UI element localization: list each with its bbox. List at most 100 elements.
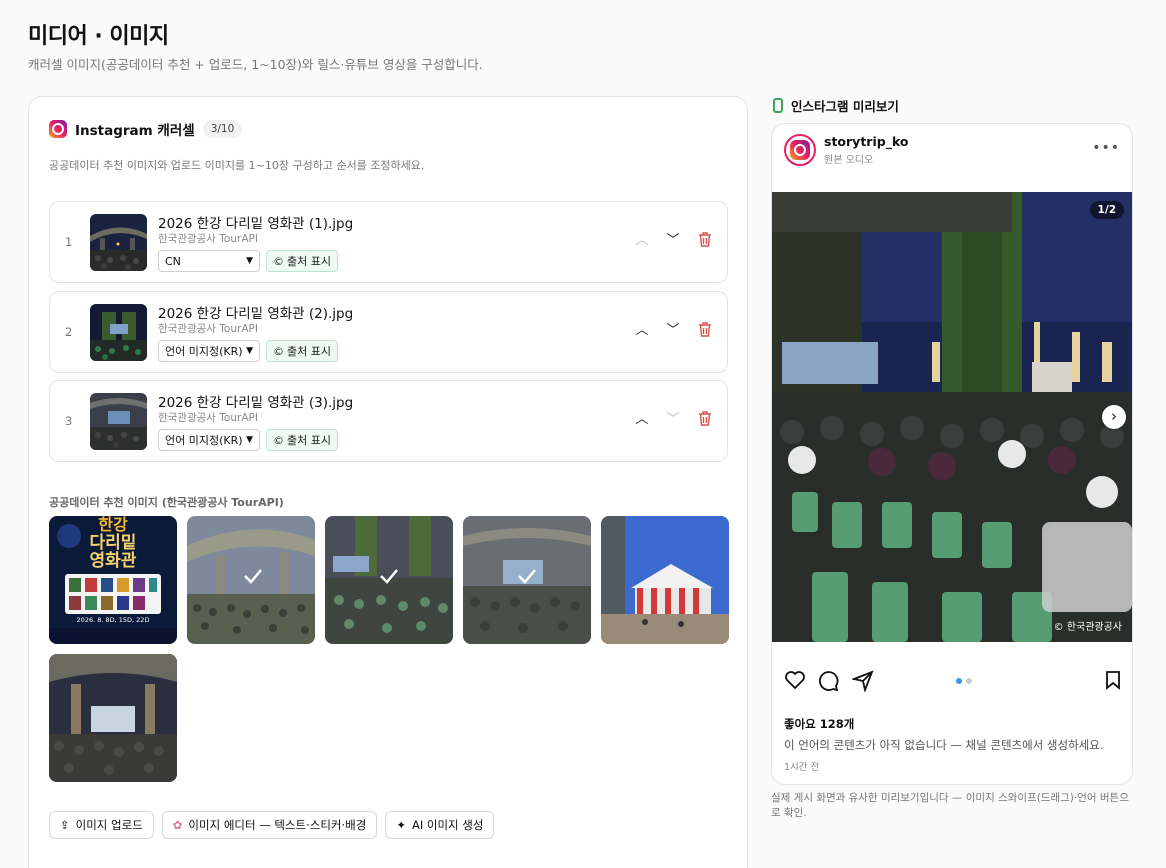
image-editor-label: 이미지 에디터 — 텍스트·스티커·배경 (188, 818, 367, 832)
copyright-icon: © (273, 433, 284, 447)
instagram-preview: storytrip_ko 원본 오디오 ••• 1/2 › © 한국관광공사 좋… (771, 123, 1133, 785)
move-down-button[interactable]: ﹀ (664, 322, 682, 340)
copyright-icon: © (273, 344, 284, 358)
carousel-header: Instagram 캐러셀 3/10 (49, 119, 243, 139)
delete-button[interactable] (696, 322, 714, 340)
post-photo[interactable]: 1/2 › © 한국관광공사 (772, 192, 1132, 642)
language-select[interactable]: 언어 미지정(KR) ▼ (158, 340, 260, 362)
instagram-icon (790, 140, 810, 160)
credit-label: 출처 표시 (287, 345, 331, 358)
carousel-dots (956, 678, 972, 684)
recommended-image-bridge[interactable] (187, 516, 315, 644)
palette-icon: ✿ (172, 818, 183, 832)
save-button[interactable] (1104, 670, 1122, 693)
item-source: 한국관광공사 TourAPI (158, 412, 258, 424)
post-username[interactable]: storytrip_ko (824, 134, 909, 149)
move-down-button[interactable]: ﹀ (664, 411, 682, 429)
chevron-down-icon: ▼ (246, 346, 253, 356)
delete-button[interactable] (696, 232, 714, 250)
move-up-button[interactable]: ︿ (633, 411, 651, 429)
language-select[interactable]: 언어 미지정(KR) ▼ (158, 429, 260, 451)
dot-active (956, 678, 962, 684)
carousel-actions: ⇪ 이미지 업로드 ✿ 이미지 에디터 — 텍스트·스티커·배경 ✦ AI 이미지 생… (49, 811, 495, 839)
poster-date: 2026. 8. 8D, 15D, 22D (77, 616, 150, 624)
share-button[interactable] (850, 670, 874, 695)
move-up-button[interactable]: ︿ (633, 322, 651, 340)
image-editor-button[interactable]: ✿ 이미지 에디터 — 텍스트·스티커·배경 (161, 811, 378, 839)
credit-toggle[interactable]: © 출처 표시 (266, 429, 338, 451)
photo-credit: © 한국관광공사 (1053, 622, 1122, 633)
carousel-item[interactable]: 2 2026 한강 다리밑 영화관 (2).jpg 한국관광공사 TourAPI… (49, 291, 728, 373)
phone-icon (773, 98, 783, 113)
post-header: storytrip_ko 원본 오디오 (784, 134, 909, 166)
language-select-value: CN (165, 254, 181, 268)
preview-header: 인스타그램 미리보기 (773, 96, 899, 115)
item-number: 3 (65, 414, 73, 428)
poster-line-1: 한강 (98, 516, 128, 534)
move-down-button[interactable]: ﹀ (664, 232, 682, 250)
post-caption: 이 언어의 콘텐츠가 아직 없습니다 — 채널 콘텐츠에서 생성하세요. (784, 738, 1104, 752)
item-source: 한국관광공사 TourAPI (158, 233, 258, 245)
bookmark-icon (1106, 671, 1120, 690)
trash-icon (699, 411, 711, 426)
copyright-icon: © (273, 254, 284, 268)
credit-toggle[interactable]: © 출처 표시 (266, 340, 338, 362)
recommended-image-screen-night[interactable] (325, 516, 453, 644)
like-button[interactable] (784, 670, 806, 693)
delete-button[interactable] (696, 411, 714, 429)
recommended-image-tent[interactable] (601, 516, 729, 644)
heart-icon (785, 671, 805, 690)
move-up-button[interactable]: ︿ (633, 232, 651, 250)
more-options-icon[interactable]: ••• (1092, 140, 1120, 156)
preview-note: 실제 게시 화면과 유사한 미리보기입니다 — 이미지 스와이프(드래그)·언어… (771, 792, 1129, 819)
item-number: 1 (65, 235, 73, 249)
recommended-image-poster[interactable]: 한강 다리밑 영화관 2026. 8. 8D, 15D, 22D (49, 516, 177, 644)
poster-line-2: 다리밑 (90, 533, 137, 553)
upload-image-button[interactable]: ⇪ 이미지 업로드 (49, 811, 154, 839)
ai-image-label: AI 이미지 생성 (411, 818, 484, 832)
next-slide-button[interactable]: › (1102, 405, 1126, 429)
carousel-item[interactable]: 1 2026 한강 다리밑 영화관 (1).jpg 한국관광공사 TourAPI… (49, 201, 728, 283)
language-select[interactable]: CN ▼ (158, 250, 260, 272)
recommended-images-label: 공공데이터 추천 이미지 (한국관광공사 TourAPI) (49, 496, 284, 509)
item-number: 2 (65, 325, 73, 339)
upload-image-label: 이미지 업로드 (75, 818, 143, 832)
item-thumbnail (90, 304, 147, 361)
recommended-image-big-screen[interactable] (49, 654, 177, 782)
carousel-description: 공공데이터 추천 이미지와 업로드 이미지를 1~10장 구성하고 순서를 조정… (49, 159, 425, 172)
trash-icon (699, 322, 711, 337)
credit-label: 출처 표시 (287, 434, 331, 447)
comment-icon (818, 671, 839, 692)
comment-button[interactable] (818, 670, 840, 695)
page-subtitle: 캐러셀 이미지(공공데이터 추천 + 업로드, 1~10장)와 릴스·유튜브 영… (28, 57, 483, 72)
credit-label: 출처 표시 (287, 255, 331, 268)
item-thumbnail (90, 393, 147, 450)
page-title: 미디어 · 이미지 (28, 24, 169, 49)
recommended-image-screen-bridge[interactable] (463, 516, 591, 644)
ai-image-button[interactable]: ✦ AI 이미지 생성 (385, 811, 495, 839)
carousel-card: Instagram 캐러셀 3/10 공공데이터 추천 이미지와 업로드 이미지… (28, 96, 748, 868)
page: 미디어 · 이미지 캐러셀 이미지(공공데이터 추천 + 업로드, 1~10장)… (0, 0, 1166, 868)
post-likes: 좋아요 128개 (784, 717, 855, 731)
trash-icon (699, 232, 711, 247)
chevron-down-icon: ▼ (246, 435, 253, 445)
carousel-item[interactable]: 3 2026 한강 다리밑 영화관 (3).jpg 한국관광공사 TourAPI… (49, 380, 728, 462)
credit-toggle[interactable]: © 출처 표시 (266, 250, 338, 272)
carousel-title: Instagram 캐러셀 (75, 123, 195, 139)
poster-line-3: 영화관 (90, 551, 137, 571)
magic-wand-icon: ✦ (396, 818, 406, 832)
item-source: 한국관광공사 TourAPI (158, 323, 258, 335)
item-thumbnail (90, 214, 147, 271)
page-indicator: 1/2 (1089, 201, 1124, 219)
item-filename: 2026 한강 다리밑 영화관 (3).jpg (158, 395, 354, 411)
carousel-count-badge: 3/10 (202, 120, 243, 138)
preview-heading: 인스타그램 미리보기 (791, 99, 899, 114)
post-audio[interactable]: 원본 오디오 (824, 151, 909, 166)
post-time: 1시간 전 (784, 762, 820, 773)
item-filename: 2026 한강 다리밑 영화관 (2).jpg (158, 306, 354, 322)
avatar[interactable] (784, 134, 816, 166)
upload-icon: ⇪ (60, 818, 70, 832)
instagram-icon (49, 120, 67, 138)
send-icon (850, 670, 874, 694)
item-filename: 2026 한강 다리밑 영화관 (1).jpg (158, 216, 354, 232)
